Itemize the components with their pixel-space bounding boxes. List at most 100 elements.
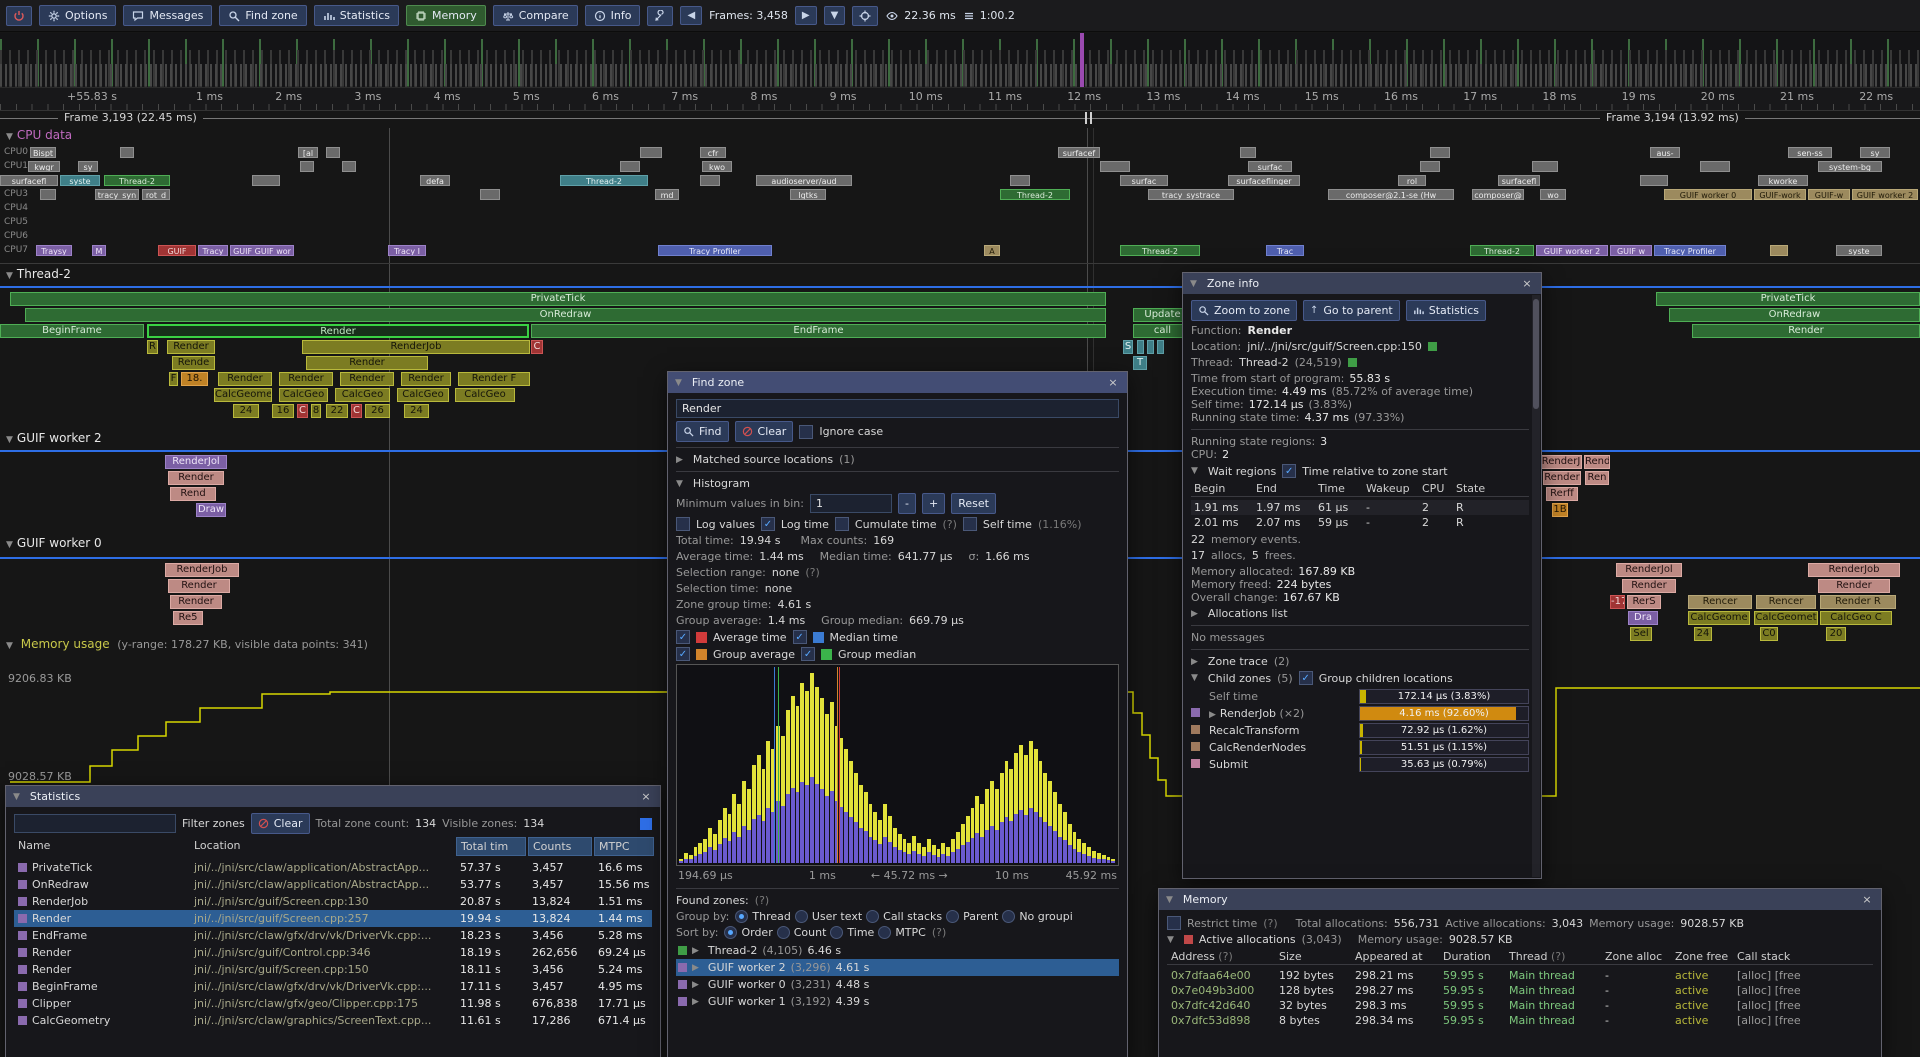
cpu-zone-segment[interactable]: GUIF (158, 245, 196, 256)
timeline-zone[interactable]: CalcGeome (214, 388, 272, 402)
guif-worker0-section-header[interactable]: GUIF worker 0 (6, 536, 102, 550)
timeline-zone[interactable]: 20 (1826, 627, 1846, 641)
wait-column-header[interactable]: Begin (1191, 481, 1253, 496)
wait-column-header[interactable]: Wakeup (1363, 481, 1419, 496)
timeline-zone[interactable]: CalcGeomet (1754, 611, 1818, 625)
stats-row[interactable]: OnRedrawjni/../jni/src/claw/application/… (14, 876, 652, 893)
find-zone-search-input[interactable] (676, 399, 1119, 418)
stats-row[interactable]: Renderjni/../jni/src/guif/Screen.cpp:257… (14, 910, 652, 927)
wait-column-header[interactable]: End (1253, 481, 1315, 496)
timeline-zone[interactable]: OnRedraw (25, 308, 1106, 322)
found-zone-group-row[interactable]: GUIF worker 0(3,231)4.48 s (676, 976, 1119, 993)
wait-regions-header[interactable]: Wait regions Time relative to zone start (1191, 464, 1529, 478)
legend-checkbox[interactable] (793, 630, 807, 644)
timeline-zone[interactable] (1147, 340, 1154, 354)
wait-column-header[interactable]: State (1453, 481, 1529, 496)
zoom-to-zone-button[interactable]: Zoom to zone (1191, 300, 1297, 321)
stats-column-header[interactable]: Counts (528, 837, 592, 856)
timeline-zone[interactable]: RenderJ (1540, 455, 1582, 469)
timeline-zone[interactable]: 16 (272, 404, 294, 418)
close-icon[interactable] (1106, 376, 1120, 389)
timeline-zone[interactable]: Render (168, 579, 230, 593)
cpu-zone-segment[interactable]: surfacefl (0, 175, 58, 186)
reset-button[interactable]: Reset (951, 493, 996, 514)
cpu-zone-segment[interactable] (1532, 161, 1558, 172)
cpu-zone-segment[interactable]: GUIF w (1610, 245, 1652, 256)
timeline-zone[interactable]: Rend (1584, 455, 1610, 469)
timeline-zone[interactable]: Rend (170, 487, 216, 501)
child-zone-row[interactable]: Self time172.14 μs (3.83%) (1191, 688, 1529, 705)
cpu-zone-segment[interactable]: Thread-2 (1120, 245, 1200, 256)
child-zone-row[interactable]: RenderJob (×2)4.16 ms (92.60%) (1191, 705, 1529, 722)
timeline-zone[interactable]: T (1133, 356, 1147, 370)
group-by-radio[interactable] (866, 910, 879, 923)
timeline-zone[interactable]: Render (340, 372, 394, 386)
group-by-radio[interactable] (795, 910, 808, 923)
cpu-zone-segment[interactable] (1770, 245, 1788, 256)
sort-by-radio[interactable] (830, 926, 843, 939)
wait-region-row[interactable]: 1.91 ms1.97 ms61 μs-2R (1191, 500, 1529, 515)
cpu-zone-segment[interactable]: GUIF worker 2 (1852, 189, 1918, 200)
thread2-section-header[interactable]: Thread-2 (6, 267, 71, 281)
cpu-zone-segment[interactable]: A (984, 245, 1000, 256)
found-zone-group-row[interactable]: Thread-2(4,105)6.46 s (676, 942, 1119, 959)
matched-source-locations-header[interactable]: Matched source locations (1) (676, 453, 1119, 466)
zone-thread[interactable]: Thread-2 (1239, 356, 1288, 369)
cpu-zone-segment[interactable]: Thread-2 (104, 175, 170, 186)
wait-column-header[interactable]: CPU (1419, 481, 1453, 496)
cpu-data-section-header[interactable]: CPU data (6, 128, 72, 142)
allocations-column-header[interactable]: Duration (1439, 949, 1505, 964)
cpu-zone-segment[interactable]: Thread-2 (560, 175, 648, 186)
timeline-zone[interactable]: Rende (172, 356, 215, 370)
cpu-zone-segment[interactable]: kwgr (28, 161, 60, 172)
timeline-zone[interactable]: Render (306, 356, 428, 370)
timeline-zone[interactable]: RenderJol (165, 455, 227, 469)
timeline-zone[interactable]: Sel (1630, 627, 1652, 641)
cpu-zone-segment[interactable]: kwo (702, 161, 732, 172)
cumulate-time-checkbox[interactable] (835, 517, 849, 531)
histogram-plot[interactable] (676, 664, 1119, 866)
scrollbar[interactable] (1532, 295, 1540, 877)
timeline-zone[interactable]: RenderJob (165, 563, 239, 577)
timeline-zone[interactable]: OnRedraw (1669, 308, 1920, 322)
find-button[interactable]: Find (676, 421, 729, 442)
cpu-zone-segment[interactable] (40, 189, 56, 200)
timeline-zone[interactable]: Render R (1820, 595, 1896, 609)
timeline-zone[interactable]: -17 (1610, 595, 1625, 609)
timeline-zone[interactable]: RenderJob (302, 340, 530, 354)
stats-row[interactable]: Renderjni/../jni/src/guif/Control.cpp:34… (14, 944, 652, 961)
cpu-zone-segment[interactable]: GUIF-work (1754, 189, 1806, 200)
timeline-zone[interactable]: Rencer (1756, 595, 1816, 609)
cpu-zone-segment[interactable]: surfac (1248, 161, 1292, 172)
sort-by-radio[interactable] (724, 926, 737, 939)
timeline-zone[interactable]: Re5 (173, 611, 203, 625)
stats-clear-button[interactable]: Clear (251, 813, 310, 834)
cpu-zone-segment[interactable]: Tracy I (388, 245, 426, 256)
timeline-zone[interactable]: Rerff (1546, 487, 1578, 501)
zone-location[interactable]: jni/../jni/src/guif/Screen.cpp:150 (1247, 340, 1422, 353)
timeline-zone[interactable]: C (297, 404, 308, 418)
find-zone-titlebar[interactable]: Find zone (668, 372, 1127, 393)
timeline-zone[interactable]: C0 (1760, 627, 1778, 641)
cpu-zone-segment[interactable]: Traysy (36, 245, 72, 256)
histogram-header[interactable]: Histogram (676, 477, 1119, 490)
child-zone-row[interactable]: CalcRenderNodes51.51 μs (1.15%) (1191, 739, 1529, 756)
cpu-zone-segment[interactable]: sen-ss (1788, 147, 1832, 158)
allocation-row[interactable]: 0x7dfaa64e00192 bytes298.21 ms59.95 sMai… (1167, 968, 1873, 983)
timeline-zone[interactable] (1137, 340, 1144, 354)
timeline-zone[interactable]: Render (168, 471, 224, 485)
timeline-zone[interactable]: S (1123, 340, 1133, 354)
cpu-zone-segment[interactable]: aus- (1650, 147, 1680, 158)
timeline-zone[interactable]: Render (218, 372, 272, 386)
allocations-column-header[interactable]: Appeared at (1351, 949, 1439, 964)
allocations-column-header[interactable]: Size (1275, 949, 1351, 964)
timeline-zone[interactable]: 18. (181, 372, 208, 386)
cpu-zone-segment[interactable] (1100, 161, 1130, 172)
memory-titlebar[interactable]: Memory (1159, 889, 1881, 910)
timeline-zone[interactable]: 22 (326, 404, 348, 418)
go-to-parent-button[interactable]: ↑ Go to parent (1303, 300, 1400, 321)
timeline-zone[interactable]: CalcGeome (1688, 611, 1750, 625)
cpu-zone-segment[interactable] (1430, 147, 1450, 158)
timeline-zone[interactable]: BeginFrame (0, 324, 144, 338)
cpu-zone-segment[interactable] (1010, 175, 1030, 186)
